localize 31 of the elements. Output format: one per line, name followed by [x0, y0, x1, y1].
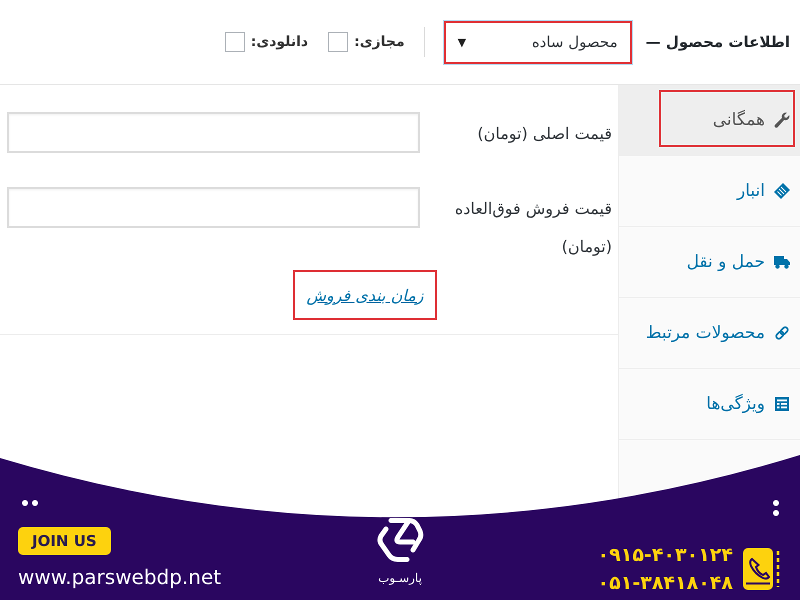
field-label: قیمت اصلی (تومان) [476, 123, 612, 145]
checkbox[interactable] [328, 32, 348, 52]
join-button[interactable]: JOIN US [18, 527, 111, 555]
phone-number: ۰۹۱۵-۴۰۳۰۱۲۴ [598, 543, 733, 568]
phone-book-icon [743, 548, 780, 590]
sidebar-tab[interactable]: همگانی [619, 85, 800, 156]
panel-title: اطلاعات محصول — [646, 33, 790, 51]
sidebar-tab[interactable]: انبار [619, 156, 800, 227]
sidebar-tab[interactable]: حمل و نقل [619, 227, 800, 298]
price-input[interactable] [7, 187, 420, 228]
list-icon [774, 396, 790, 412]
logo-icon [376, 517, 424, 563]
caret-icon: ▼ [458, 36, 466, 48]
product-type-select[interactable]: محصول ساده ▼ [444, 20, 632, 64]
website-url: www.parswebdp.net [18, 565, 222, 590]
option-label: دانلودی: [250, 34, 308, 50]
sidebar-tab[interactable]: ویژگی‌ها [619, 369, 800, 440]
logo-text: پارسـوب [378, 571, 422, 585]
link-icon [774, 325, 790, 341]
phone-number: ۰۵۱-۳۸۴۱۸۰۴۸ [598, 571, 733, 596]
checkbox[interactable] [224, 32, 245, 52]
option-label: مجازی: [354, 34, 405, 50]
dots-icon [22, 500, 38, 506]
field-label: قیمت فروش فوق‌العاده (تومان) [454, 198, 612, 258]
schedule-link[interactable]: زمان بندی فروش [306, 286, 424, 304]
tag-icon [774, 183, 790, 199]
price-input[interactable] [7, 112, 420, 153]
truck-icon [774, 255, 790, 269]
sidebar-tab[interactable]: محصولات مرتبط [619, 298, 800, 369]
wrench-icon [774, 112, 790, 128]
vertical-dots-icon [773, 500, 779, 516]
